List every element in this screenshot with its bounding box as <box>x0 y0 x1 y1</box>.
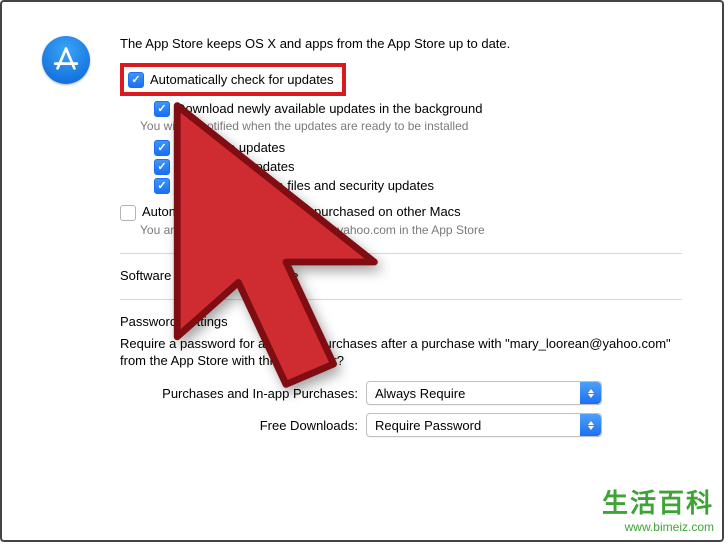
watermark-title: 生活百科 <box>602 483 714 520</box>
checkbox-install-sysdata[interactable] <box>154 178 170 194</box>
app-store-preferences-pane: The App Store keeps OS X and apps from t… <box>0 0 724 542</box>
free-downloads-select-value: Require Password <box>375 418 481 433</box>
label-download-bg: Download newly available updates in the … <box>176 100 482 117</box>
select-stepper-icon <box>580 414 601 436</box>
checkbox-auto-check[interactable] <box>128 72 144 88</box>
checkbox-download-bg[interactable] <box>154 101 170 117</box>
purchases-select[interactable]: Always Require <box>366 381 602 405</box>
checkbox-auto-download-other[interactable] <box>120 205 136 221</box>
purchases-label: Purchases and In-app Purchases: <box>120 386 366 401</box>
watermark-url: www.bimeiz.com <box>602 520 714 534</box>
divider-2 <box>120 299 682 300</box>
subtext-auto-download-other: You are signed in as mary_loorean@yahoo.… <box>140 223 682 237</box>
subtext-download-bg: You will be notified when the updates ar… <box>140 119 682 133</box>
app-store-icon <box>42 36 90 84</box>
free-downloads-select[interactable]: Require Password <box>366 413 602 437</box>
updates-available-text: Software updates are available <box>120 268 299 283</box>
highlight-auto-check: Automatically check for updates <box>120 63 346 96</box>
checkbox-install-osx[interactable] <box>154 159 170 175</box>
select-stepper-icon <box>580 382 601 404</box>
password-settings-title: Password Settings <box>120 314 682 329</box>
watermark: 生活百科 www.bimeiz.com <box>602 483 714 534</box>
label-install-app: Install app updates <box>176 139 285 156</box>
label-install-sysdata: Install system data files and security u… <box>176 177 434 194</box>
label-auto-check: Automatically check for updates <box>150 72 334 87</box>
label-auto-download-other: Automatically download apps purchased on… <box>142 204 461 219</box>
intro-text: The App Store keeps OS X and apps from t… <box>120 36 682 51</box>
password-settings-desc: Require a password for additional purcha… <box>120 335 682 369</box>
purchases-select-value: Always Require <box>375 386 465 401</box>
free-downloads-label: Free Downloads: <box>120 418 366 433</box>
app-store-glyph-icon <box>51 45 81 75</box>
divider-1 <box>120 253 682 254</box>
checkbox-install-app[interactable] <box>154 140 170 156</box>
label-install-osx: Install OS X updates <box>176 158 295 175</box>
